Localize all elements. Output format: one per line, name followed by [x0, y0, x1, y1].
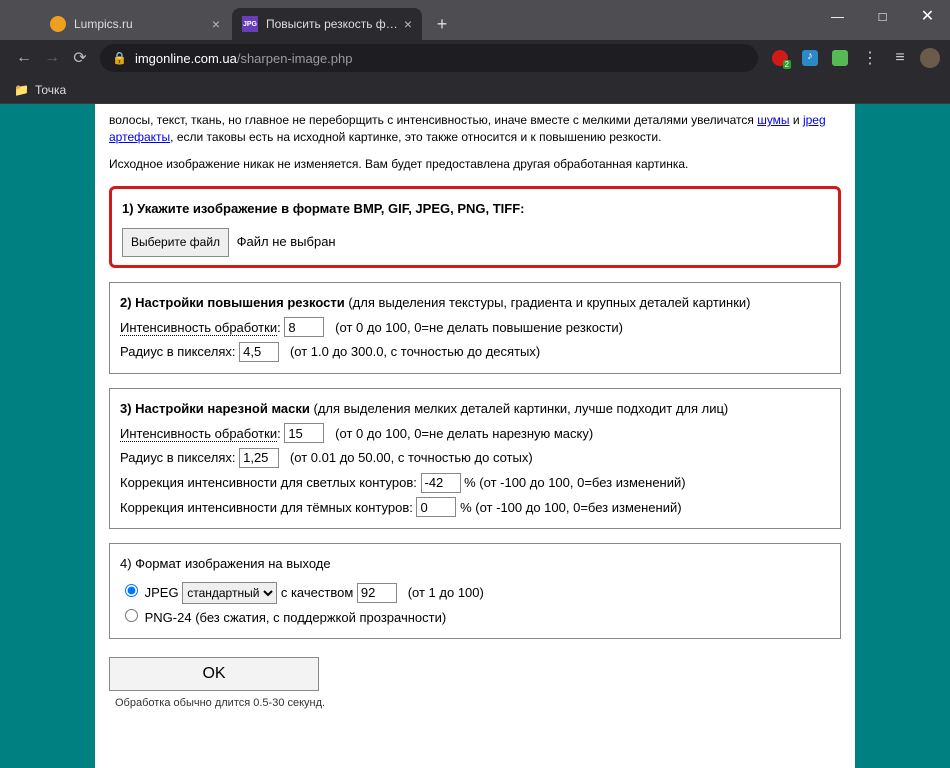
- section-title: 1) Укажите изображение в формате BMP, GI…: [122, 197, 828, 222]
- intro-fragment: , если таковы есть на исходной картинке,…: [170, 130, 661, 144]
- extension-icon-4[interactable]: ⋮: [860, 48, 880, 68]
- tab-title: Повысить резкость фото и нар…: [266, 17, 398, 31]
- extension-icon-2[interactable]: ♪: [800, 48, 820, 68]
- favicon: [50, 16, 66, 32]
- reading-list-icon[interactable]: ≡: [890, 48, 910, 68]
- browser-tab-1[interactable]: Lumpics.ru ×: [40, 8, 230, 40]
- tab-strip: Lumpics.ru × JPG Повысить резкость фото …: [40, 8, 456, 40]
- page-viewport: волосы, текст, ткань, но главное не пере…: [0, 104, 950, 768]
- radius-hint: (от 1.0 до 300.0, с точностью до десятых…: [290, 344, 540, 359]
- section-title: 3) Настройки нарезной маски: [120, 401, 310, 416]
- omnibox[interactable]: 🔒 imgonline.com.ua/sharpen-image.php: [100, 44, 758, 72]
- intensity-input[interactable]: [284, 423, 324, 443]
- choose-file-button[interactable]: Выберите файл: [122, 228, 229, 257]
- lock-icon: 🔒: [112, 51, 127, 65]
- radius-label: Радиус в пикселях:: [120, 450, 235, 465]
- section-upload: 1) Укажите изображение в формате BMP, GI…: [109, 186, 841, 267]
- section-unsharp-mask: 3) Настройки нарезной маски (для выделен…: [109, 388, 841, 529]
- close-tab-icon[interactable]: ×: [212, 16, 220, 32]
- light-correction-input[interactable]: [421, 473, 461, 493]
- light-correction-label: Коррекция интенсивности для светлых конт…: [120, 475, 417, 490]
- close-tab-icon[interactable]: ×: [404, 16, 412, 32]
- address-bar-row: ← → ⟳ 🔒 imgonline.com.ua/sharpen-image.p…: [0, 40, 950, 76]
- link-noise[interactable]: шумы: [757, 113, 789, 127]
- radius-label: Радиус в пикселях:: [120, 344, 235, 359]
- light-correction-hint: % (от -100 до 100, 0=без изменений): [464, 475, 685, 490]
- bookmarks-bar: 📁 Точка: [0, 76, 950, 104]
- profile-avatar[interactable]: [920, 48, 940, 68]
- intensity-label: Интенсивность обработки: [120, 426, 277, 442]
- tab-title: Lumpics.ru: [74, 17, 206, 31]
- page-content: волосы, текст, ткань, но главное не пере…: [95, 104, 855, 768]
- format-jpeg-radio[interactable]: [125, 584, 138, 597]
- intensity-label: Интенсивность обработки: [120, 320, 277, 336]
- extension-icons: 2 ♪ ⋮ ≡: [770, 48, 940, 68]
- jpeg-quality-input[interactable]: [357, 583, 397, 603]
- ok-button[interactable]: OK: [109, 657, 319, 691]
- section-subtitle: (для выделения мелких деталей картинки, …: [310, 401, 728, 416]
- window-close[interactable]: ✕: [905, 0, 950, 32]
- intro-text: волосы, текст, ткань, но главное не пере…: [109, 112, 841, 172]
- intensity-hint: (от 0 до 100, 0=не делать повышение резк…: [335, 320, 623, 335]
- url-host: imgonline.com.ua: [135, 51, 237, 66]
- window-controls: ― □ ✕: [815, 0, 950, 32]
- reload-button[interactable]: ⟳: [66, 44, 94, 72]
- extension-icon-1[interactable]: 2: [770, 48, 790, 68]
- section-sharpen: 2) Настройки повышения резкости (для выд…: [109, 282, 841, 374]
- extension-icon-3[interactable]: [830, 48, 850, 68]
- intro-fragment: и: [790, 113, 803, 127]
- intensity-input[interactable]: [284, 317, 324, 337]
- format-png-radio[interactable]: [125, 609, 138, 622]
- submit-area: OK Обработка обычно длится 0.5-30 секунд…: [109, 657, 841, 709]
- quality-hint: (от 1 до 100): [408, 585, 484, 600]
- new-tab-button[interactable]: +: [428, 10, 456, 38]
- folder-icon: 📁: [14, 83, 29, 97]
- png-label: PNG-24 (без сжатия, с поддержкой прозрач…: [145, 610, 447, 625]
- browser-tab-2[interactable]: JPG Повысить резкость фото и нар… ×: [232, 8, 422, 40]
- back-button[interactable]: ←: [10, 44, 38, 72]
- intensity-hint: (от 0 до 100, 0=не делать нарезную маску…: [335, 426, 593, 441]
- section-title-row: 2) Настройки повышения резкости (для выд…: [120, 291, 830, 316]
- window-minimize[interactable]: ―: [815, 0, 860, 32]
- bookmark-label: Точка: [35, 83, 66, 97]
- section-title: 2) Настройки повышения резкости: [120, 295, 345, 310]
- dark-correction-label: Коррекция интенсивности для тёмных конту…: [120, 500, 413, 515]
- radius-input[interactable]: [239, 448, 279, 468]
- favicon: JPG: [242, 16, 258, 32]
- dark-correction-hint: % (от -100 до 100, 0=без изменений): [460, 500, 681, 515]
- bookmark-item[interactable]: 📁 Точка: [14, 83, 66, 97]
- section-title-row: 3) Настройки нарезной маски (для выделен…: [120, 397, 830, 422]
- file-status: Файл не выбран: [237, 234, 336, 249]
- intro-fragment: волосы, текст, ткань, но главное не пере…: [109, 113, 757, 127]
- radius-hint: (от 0.01 до 50.00, с точностью до сотых): [290, 450, 533, 465]
- url-path: /sharpen-image.php: [237, 51, 353, 66]
- dark-correction-input[interactable]: [416, 497, 456, 517]
- jpeg-subsampling-select[interactable]: стандартный: [182, 582, 277, 604]
- jpeg-label: JPEG: [145, 585, 179, 600]
- window-maximize[interactable]: □: [860, 0, 905, 32]
- intro-line2: Исходное изображение никак не изменяется…: [109, 156, 841, 173]
- section-output-format: 4) Формат изображения на выходе JPEG ста…: [109, 543, 841, 639]
- processing-note: Обработка обычно длится 0.5-30 секунд.: [115, 697, 841, 709]
- section-title: 4) Формат изображения на выходе: [120, 552, 830, 577]
- forward-button[interactable]: →: [38, 44, 66, 72]
- quality-label: с качеством: [281, 585, 357, 600]
- radius-input[interactable]: [239, 342, 279, 362]
- section-subtitle: (для выделения текстуры, градиента и кру…: [345, 295, 751, 310]
